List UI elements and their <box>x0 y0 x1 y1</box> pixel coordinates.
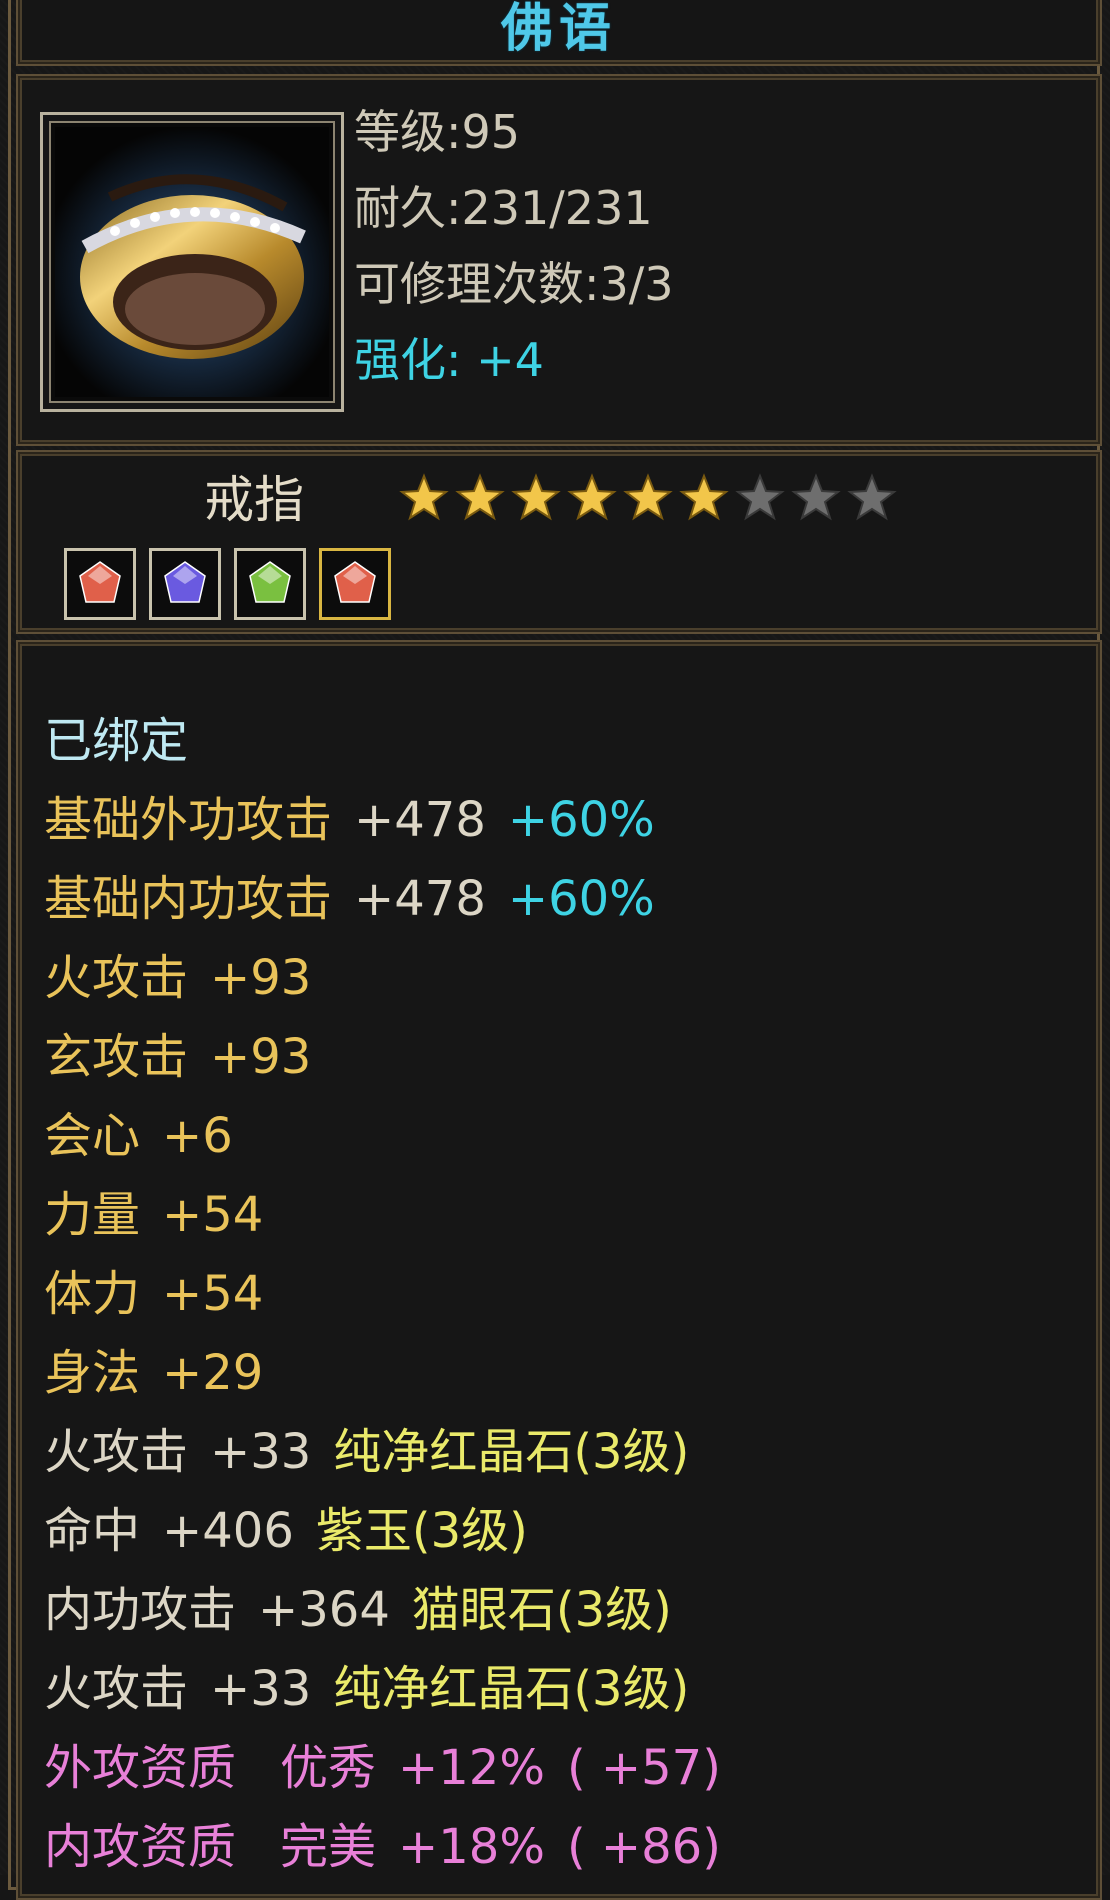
green-gem-icon <box>249 561 291 603</box>
star-filled-icon <box>679 473 729 521</box>
gem-socket[interactable] <box>319 548 391 620</box>
star-empty-icon <box>847 473 897 521</box>
attr-line: 玄攻击 +93 <box>44 1018 721 1097</box>
gem-sockets <box>64 548 391 620</box>
aptitude-extra: ( +86) <box>566 1819 721 1875</box>
attr-bonus: +60% <box>507 871 655 927</box>
item-icon-frame <box>40 112 344 412</box>
attr-name: 基础外功攻击 <box>44 792 333 848</box>
attr-line: 火攻击 +93 <box>44 939 721 1018</box>
gem-name: 猫眼石(3级) <box>411 1582 672 1638</box>
gem-name: 紫玉(3级) <box>315 1503 528 1559</box>
attr-value: +6 <box>162 1108 233 1164</box>
item-type-label: 戒指 <box>204 471 304 529</box>
attr-line: 力量 +54 <box>44 1176 721 1255</box>
attr-line: 体力 +54 <box>44 1255 721 1334</box>
gold-ring-icon <box>55 127 329 397</box>
gem-socket[interactable] <box>64 548 136 620</box>
gem-socket[interactable] <box>234 548 306 620</box>
attr-name: 玄攻击 <box>44 1029 189 1085</box>
attr-name: 火攻击 <box>44 1424 189 1480</box>
attr-value: +29 <box>162 1345 264 1401</box>
attr-value: +33 <box>210 1661 312 1717</box>
attr-name: 体力 <box>44 1266 141 1322</box>
gem-name: 纯净红晶石(3级) <box>333 1661 690 1717</box>
star-empty-icon <box>791 473 841 521</box>
attr-name: 火攻击 <box>44 950 189 1006</box>
gem-attr-line: 火攻击 +33 纯净红晶石(3级) <box>44 1413 721 1492</box>
aptitude-value: +18% <box>398 1819 545 1875</box>
gem-attr-line: 内功攻击 +364 猫眼石(3级) <box>44 1571 721 1650</box>
enhance-stat: 强化: +4 <box>354 333 544 387</box>
bound-status: 已绑定 <box>44 713 189 769</box>
attr-value: +93 <box>210 950 312 1006</box>
item-name: 佛语 <box>500 0 617 59</box>
attr-line: 会心 +6 <box>44 1097 721 1176</box>
aptitude-name: 外攻资质 <box>44 1740 237 1796</box>
gem-attr-line: 命中 +406 紫玉(3级) <box>44 1492 721 1571</box>
attr-name: 会心 <box>44 1108 141 1164</box>
aptitude-line: 内攻资质 完美 +18% ( +86) <box>44 1808 721 1887</box>
star-filled-icon <box>455 473 505 521</box>
attr-value: +54 <box>162 1187 264 1243</box>
attr-name: 内功攻击 <box>44 1582 237 1638</box>
attr-value: +93 <box>210 1029 312 1085</box>
gem-name: 纯净红晶石(3级) <box>333 1424 690 1480</box>
aptitude-name: 内攻资质 <box>44 1819 237 1875</box>
durability-stat: 耐久:231/231 <box>354 181 653 235</box>
item-header: 等级:95 耐久:231/231 可修理次数:3/3 强化: +4 <box>16 74 1102 446</box>
item-tooltip: 佛语 等级:95 耐久:231/231 可修理次数:3/3 强化: +4 戒指 … <box>0 0 1110 1900</box>
aptitude-extra: ( +57) <box>566 1740 721 1796</box>
star-filled-icon <box>399 473 449 521</box>
attr-name: 身法 <box>44 1345 141 1401</box>
star-filled-icon <box>567 473 617 521</box>
aptitude-value: +12% <box>398 1740 545 1796</box>
attr-name: 力量 <box>44 1187 141 1243</box>
attr-value: +406 <box>162 1503 294 1559</box>
attr-line: 基础外功攻击 +478 +60% <box>44 781 721 860</box>
attr-value: +478 <box>354 871 486 927</box>
attr-value: +478 <box>354 792 486 848</box>
red-gem-icon <box>79 561 121 603</box>
attr-name: 命中 <box>44 1503 141 1559</box>
attr-value: +33 <box>210 1424 312 1480</box>
red-gem-icon <box>334 561 376 603</box>
attr-name: 基础内功攻击 <box>44 871 333 927</box>
title-bar: 佛语 <box>16 0 1102 66</box>
attr-name: 火攻击 <box>44 1661 189 1717</box>
attr-line: 身法 +29 <box>44 1334 721 1413</box>
aptitude-line: 外攻资质 优秀 +12% ( +57) <box>44 1729 721 1808</box>
attr-value: +54 <box>162 1266 264 1322</box>
attribute-list: 已绑定 基础外功攻击 +478 +60% 基础内功攻击 +478 +60% 火攻击 +93… <box>44 702 721 1887</box>
attributes-section: 已绑定 基础外功攻击 +478 +60% 基础内功攻击 +478 +60% 火攻击 +93… <box>16 640 1102 1900</box>
attr-line: 基础内功攻击 +478 +60% <box>44 860 721 939</box>
aptitude-grade: 完美 <box>280 1819 377 1875</box>
attr-bonus: +60% <box>507 792 655 848</box>
gem-attr-line: 火攻击 +33 纯净红晶石(3级) <box>44 1650 721 1729</box>
item-type-section: 戒指 <box>16 450 1102 634</box>
aptitude-grade: 优秀 <box>280 1740 377 1796</box>
star-empty-icon <box>735 473 785 521</box>
repair-count-stat: 可修理次数:3/3 <box>354 257 674 311</box>
level-stat: 等级:95 <box>354 105 521 159</box>
attr-value: +364 <box>258 1582 390 1638</box>
star-rating <box>398 472 898 524</box>
star-filled-icon <box>511 473 561 521</box>
star-filled-icon <box>623 473 673 521</box>
gem-socket[interactable] <box>149 548 221 620</box>
purple-gem-icon <box>164 561 206 603</box>
